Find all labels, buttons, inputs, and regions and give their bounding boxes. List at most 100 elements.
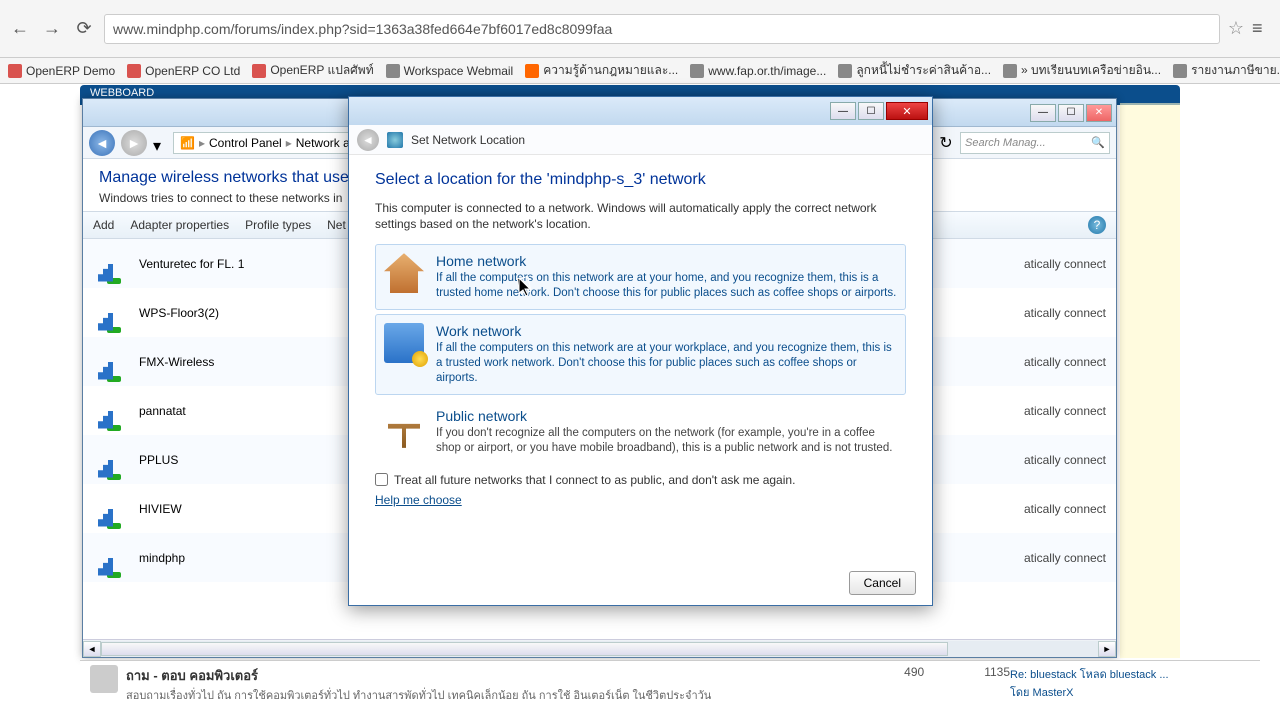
nav-forward-button[interactable]: ► xyxy=(121,130,147,156)
bookmark-label: www.fap.or.th/image... xyxy=(708,64,826,78)
treat-as-public-label: Treat all future networks that I connect… xyxy=(394,473,795,487)
scroll-track[interactable] xyxy=(101,641,1098,657)
chevron-right-icon: ▸ xyxy=(286,136,292,150)
scroll-thumb[interactable] xyxy=(101,642,948,656)
dialog-close-button[interactable]: ✕ xyxy=(886,102,928,120)
home-network-option[interactable]: Home network If all the computers on thi… xyxy=(375,244,906,310)
breadcrumb-icon: 📶 xyxy=(180,136,195,150)
wifi-icon xyxy=(93,442,133,478)
chrome-menu-button[interactable]: ≡ xyxy=(1252,18,1272,39)
network-name: Venturetec for FL. 1 xyxy=(139,257,244,271)
help-icon[interactable]: ? xyxy=(1088,216,1106,234)
dialog-description: This computer is connected to a network.… xyxy=(375,201,906,232)
dialog-title-label: Set Network Location xyxy=(411,133,525,147)
bookmark-item[interactable]: » บทเรียนบทเครือข่ายอิน... xyxy=(1003,61,1161,80)
bookmark-item[interactable]: Workspace Webmail xyxy=(386,64,514,78)
wifi-icon xyxy=(93,540,133,576)
reload-button[interactable]: ⟳ xyxy=(72,17,96,41)
bookmark-item[interactable]: ความรู้ด้านกฎหมายและ... xyxy=(525,61,678,80)
network-name: FMX-Wireless xyxy=(139,355,214,369)
network-auto-connect: atically connect xyxy=(1024,355,1106,369)
network-name: pannatat xyxy=(139,404,186,418)
dialog-titlebar[interactable]: — ☐ ✕ xyxy=(349,97,932,125)
nav-back-button[interactable]: ◄ xyxy=(89,130,115,156)
bookmark-star-icon[interactable]: ☆ xyxy=(1228,18,1244,39)
help-me-choose-link[interactable]: Help me choose xyxy=(375,493,462,507)
toolbar-add[interactable]: Add xyxy=(93,218,114,232)
bookmark-icon xyxy=(525,64,539,78)
thread-last-title[interactable]: Re: bluestack โหลด bluestack ... xyxy=(1010,665,1250,683)
thread-posts-count: 1135 xyxy=(984,665,1010,679)
maximize-button[interactable]: ☐ xyxy=(1058,104,1084,122)
search-input[interactable]: Search Manag... 🔍 xyxy=(960,132,1110,154)
search-placeholder: Search Manag... xyxy=(965,137,1046,149)
thread-title[interactable]: ถาม - ตอบ คอมพิวเตอร์ xyxy=(126,665,711,686)
toolbar-profile[interactable]: Profile types xyxy=(245,218,311,232)
history-dropdown-icon[interactable]: ▾ xyxy=(153,136,167,150)
network-auto-connect: atically connect xyxy=(1024,453,1106,467)
bookmark-label: OpenERP Demo xyxy=(26,64,115,78)
forum-thread-row: ถาม - ตอบ คอมพิวเตอร์ สอบถามเรื่องทั่วไป… xyxy=(80,660,1260,720)
home-icon xyxy=(384,253,424,293)
dialog-maximize-button[interactable]: ☐ xyxy=(858,102,884,120)
toolbar-adapter[interactable]: Adapter properties xyxy=(130,218,229,232)
bookmark-icon xyxy=(1003,64,1017,78)
bookmark-item[interactable]: OpenERP แปลศัพท์ xyxy=(252,61,373,80)
bookmark-icon xyxy=(127,64,141,78)
wifi-icon xyxy=(93,393,133,429)
scroll-right-button[interactable]: ► xyxy=(1098,641,1116,657)
bookmark-label: » บทเรียนบทเครือข่ายอิน... xyxy=(1021,61,1161,80)
bookmark-icon xyxy=(1173,64,1187,78)
treat-as-public-checkbox[interactable] xyxy=(375,473,388,486)
public-network-option[interactable]: Public network If you don't recognize al… xyxy=(375,399,906,465)
work-network-option[interactable]: Work network If all the computers on thi… xyxy=(375,314,906,395)
bookmark-label: Workspace Webmail xyxy=(404,64,514,78)
back-button[interactable]: ← xyxy=(8,17,32,41)
wifi-icon xyxy=(93,246,133,282)
dialog-minimize-button[interactable]: — xyxy=(830,102,856,120)
bookmark-label: OpenERP CO Ltd xyxy=(145,64,240,78)
network-name: PPLUS xyxy=(139,453,178,467)
work-network-title: Work network xyxy=(436,323,897,339)
cancel-button[interactable]: Cancel xyxy=(849,571,916,595)
thread-last-by: โดย MasterX xyxy=(1010,683,1250,701)
network-name: mindphp xyxy=(139,551,185,565)
wifi-icon xyxy=(93,295,133,331)
forward-button[interactable]: → xyxy=(40,17,64,41)
crumb-control-panel[interactable]: Control Panel xyxy=(209,136,282,150)
thread-subtitle: สอบถามเรื่องทั่วไป ถัน การใช้คอมพิวเตอร์… xyxy=(126,686,711,704)
public-icon xyxy=(384,408,424,448)
wifi-icon xyxy=(93,491,133,527)
network-auto-connect: atically connect xyxy=(1024,502,1106,516)
bookmark-icon xyxy=(386,64,400,78)
public-network-desc: If you don't recognize all the computers… xyxy=(436,426,897,456)
bookmark-icon xyxy=(690,64,704,78)
horizontal-scrollbar[interactable]: ◄ ► xyxy=(83,639,1116,657)
bookmark-label: รายงานภาษีขาย...ส่งออก xyxy=(1191,61,1280,80)
close-button[interactable]: ✕ xyxy=(1086,104,1112,122)
network-name: WPS-Floor3(2) xyxy=(139,306,219,320)
network-location-dialog: — ☐ ✕ ◄ Set Network Location Select a lo… xyxy=(348,96,933,606)
bookmark-icon xyxy=(8,64,22,78)
network-location-icon xyxy=(387,132,403,148)
home-network-title: Home network xyxy=(436,253,897,269)
scroll-left-button[interactable]: ◄ xyxy=(83,641,101,657)
bookmark-item[interactable]: OpenERP Demo xyxy=(8,64,115,78)
minimize-button[interactable]: — xyxy=(1030,104,1056,122)
bookmark-item[interactable]: OpenERP CO Ltd xyxy=(127,64,240,78)
network-auto-connect: atically connect xyxy=(1024,257,1106,271)
bookmark-label: ลูกหนี้ไม่ชำระค่าสินค้าอ... xyxy=(856,61,991,80)
work-network-desc: If all the computers on this network are… xyxy=(436,341,897,386)
dialog-back-button[interactable]: ◄ xyxy=(357,129,379,151)
bookmark-icon xyxy=(252,64,266,78)
bookmark-item[interactable]: รายงานภาษีขาย...ส่งออก xyxy=(1173,61,1280,80)
toolbar-network[interactable]: Net xyxy=(327,218,346,232)
highlight-column xyxy=(1120,103,1180,658)
refresh-icon[interactable]: ↻ xyxy=(938,133,954,153)
search-icon[interactable]: 🔍 xyxy=(1091,136,1105,149)
wifi-icon xyxy=(93,344,133,380)
dialog-heading: Select a location for the 'mindphp-s_3' … xyxy=(375,171,906,189)
bookmark-item[interactable]: www.fap.or.th/image... xyxy=(690,64,826,78)
bookmark-item[interactable]: ลูกหนี้ไม่ชำระค่าสินค้าอ... xyxy=(838,61,991,80)
address-bar[interactable]: www.mindphp.com/forums/index.php?sid=136… xyxy=(104,14,1220,44)
